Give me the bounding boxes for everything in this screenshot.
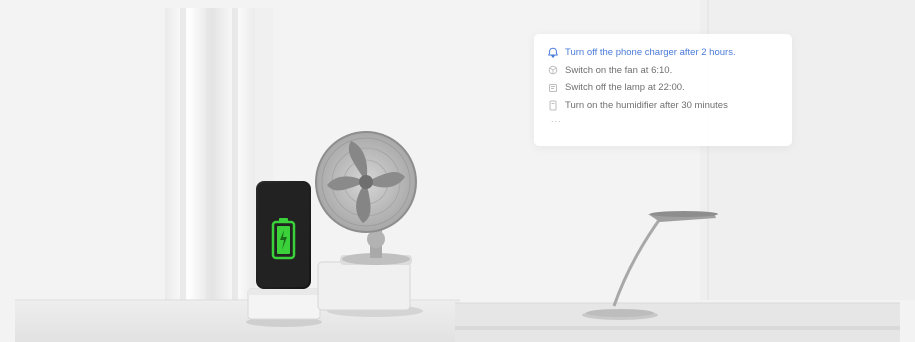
phone-icon	[548, 47, 562, 59]
task-label: Switch on the fan at 6:10.	[565, 64, 673, 76]
task-label: Switch off the lamp at 22:00.	[565, 82, 685, 94]
lamp-icon	[548, 83, 562, 93]
task-list: Turn off the phone charger after 2 hours…	[534, 34, 792, 114]
task-item-lamp[interactable]: Switch off the lamp at 22:00.	[548, 79, 792, 97]
task-item-phone-charger[interactable]: Turn off the phone charger after 2 hours…	[548, 44, 792, 62]
task-item-fan[interactable]: Switch on the fan at 6:10.	[548, 62, 792, 80]
task-label: Turn off the phone charger after 2 hours…	[565, 47, 736, 59]
task-panel: Turn off the phone charger after 2 hours…	[534, 34, 792, 146]
humidifier-icon	[548, 100, 562, 111]
more-indicator: ...	[551, 114, 562, 124]
task-label: Turn on the humidifier after 30 minutes	[565, 99, 728, 111]
phone-charger	[246, 181, 322, 327]
fan-icon	[548, 65, 562, 75]
smart-home-scene: Turn off the phone charger after 2 hours…	[0, 0, 915, 342]
task-item-humidifier[interactable]: Turn on the humidifier after 30 minutes	[548, 97, 792, 115]
desk-right	[455, 303, 900, 342]
